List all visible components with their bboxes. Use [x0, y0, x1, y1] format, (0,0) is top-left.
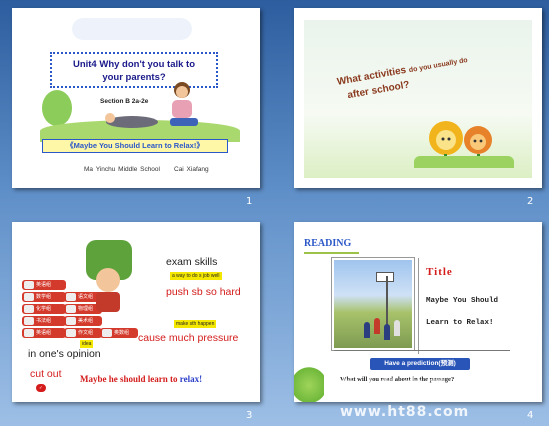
player-figure: [364, 322, 370, 338]
idea-hint: idea: [80, 340, 94, 348]
basketball-photo: [332, 258, 414, 350]
tree-illustration: [42, 90, 72, 126]
tree-illustration: [294, 360, 324, 402]
book-label: 英语组: [22, 280, 66, 290]
slide-number-3: 3: [246, 410, 253, 421]
player-figure: [374, 318, 380, 334]
book-label: 作文组: [64, 328, 102, 338]
cloud-decoration: [72, 18, 192, 40]
passage-title-line-1: Maybe You Should: [426, 297, 499, 305]
make-sth-happen-phrase: make sth happen: [174, 320, 217, 328]
basketball-hoop: [376, 272, 394, 282]
title-placeholder: Title: [426, 266, 453, 278]
sitting-person-illustration: [170, 82, 198, 126]
slide-thumbnail-2[interactable]: What activities do you usually do after …: [294, 8, 542, 188]
slide-number-4: 4: [527, 410, 534, 421]
slide-number-1: 1: [246, 196, 253, 207]
book-label: 奥数组: [100, 328, 138, 338]
relax-sentence-part-1: Maybe he should learn to: [80, 374, 178, 384]
slide-thumbnail-3[interactable]: 英语组 数学组 语文组 化学组 物理组 书法组 美术组 英语组 作文组 奥数组 …: [12, 222, 260, 402]
divider-line: [418, 258, 419, 354]
player-figure: [384, 324, 390, 340]
relax-sentence: Maybe he should learn to relax!: [80, 374, 202, 384]
relax-sentence-part-2: relax!: [179, 374, 203, 384]
prediction-button[interactable]: Have a prediction(预测): [370, 358, 470, 370]
book-label: 书法组: [22, 316, 66, 326]
exam-skills-hint: a way to do s job well: [170, 272, 222, 280]
author-name: Cai Xiafang: [174, 166, 209, 173]
watermark-url: www.ht88.com: [340, 404, 470, 420]
horizontal-rule: [334, 350, 510, 351]
subtitle-banner: 《Maybe You Should Learn to Relax!》: [42, 139, 228, 153]
reading-underline: [304, 252, 359, 254]
passage-title-line-2: Learn to Relax!: [426, 319, 494, 327]
exam-skills-phrase: exam skills: [166, 256, 218, 268]
slide-thumbnail-4[interactable]: READING Title Maybe You Should Learn to …: [294, 222, 542, 402]
boy-with-backpack-illustration: [86, 240, 132, 312]
player-figure: [394, 320, 400, 336]
lying-person-illustration: [105, 113, 158, 128]
title-line-1: Unit4 Why don't you talk to: [72, 59, 196, 70]
school-name: Ma Yinchu Middle School: [84, 166, 160, 173]
book-label: 化学组: [22, 304, 66, 314]
cut-out-badge: ✓: [36, 384, 46, 392]
book-label: 数学组: [22, 292, 66, 302]
reading-heading: READING: [304, 238, 352, 249]
cause-phrase: cause much pressure: [138, 332, 239, 344]
push-phrase: push sb so hard: [166, 286, 241, 298]
slide-number-2: 2: [527, 196, 534, 207]
section-label: Section B 2a-2e: [100, 98, 149, 105]
watermark-brand: 育才教育网: [334, 376, 449, 400]
passage-title: Maybe You Should Learn to Relax!: [426, 290, 498, 334]
author-footer: Ma Yinchu Middle School Cai Xiafang: [84, 166, 223, 173]
cut-out-phrase: cut out: [30, 368, 62, 380]
slide-thumbnail-1[interactable]: Unit4 Why don't you talk to your parents…: [12, 8, 260, 188]
book-label: 英语组: [22, 328, 66, 338]
opinion-phrase: in one's opinion: [28, 348, 101, 360]
grass-illustration: [414, 156, 514, 168]
